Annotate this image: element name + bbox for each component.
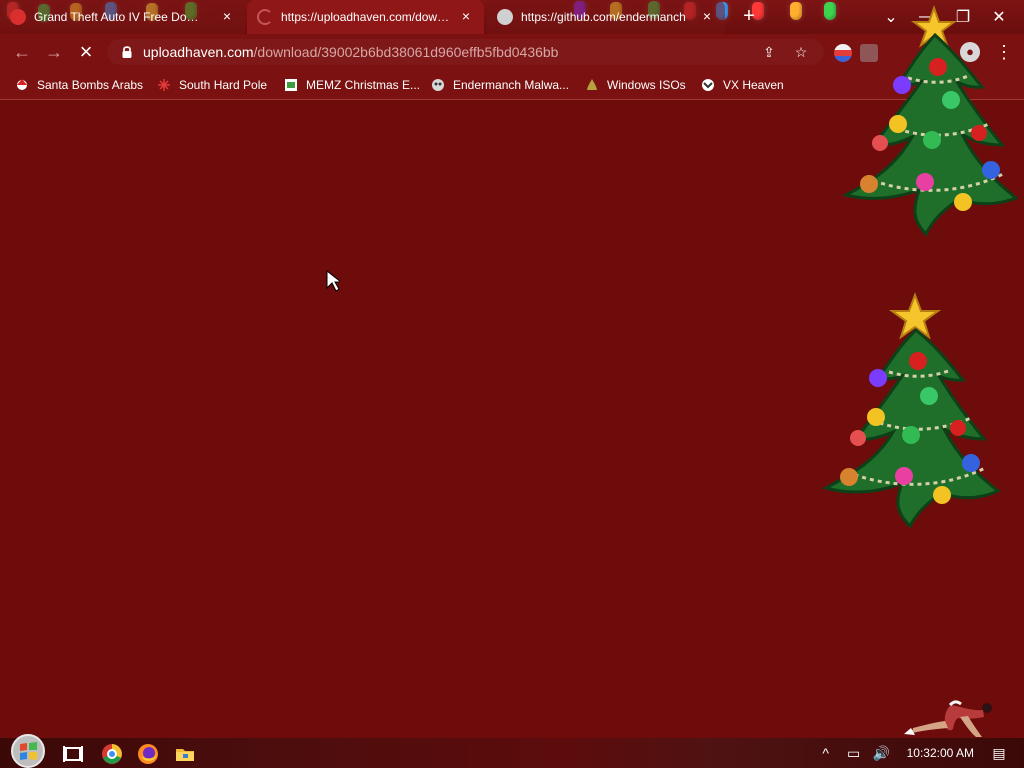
volume-icon[interactable]: 🔊 — [873, 744, 891, 762]
santa-icon — [17, 79, 27, 90]
show-hidden-icons-button[interactable]: ^ — [817, 744, 835, 762]
tab-title: https://uploadhaven.com/downlo — [281, 10, 451, 24]
windows-taskbar: ^ ▭ 🔊 10:32:00 AM ▤ — [0, 734, 1024, 768]
close-tab-icon[interactable]: × — [699, 8, 715, 24]
system-tray: ^ ▭ 🔊 10:32:00 AM ▤ — [817, 738, 1024, 768]
share-icon[interactable]: ⇪ — [761, 44, 777, 60]
bookmark-label: VX Heaven — [723, 78, 784, 92]
forward-button[interactable]: → — [44, 42, 64, 62]
lock-icon — [122, 46, 132, 58]
memz-icon — [285, 79, 297, 91]
christmas-light-icon — [824, 2, 836, 20]
chrome-icon[interactable] — [101, 743, 123, 765]
bookmark-label: Endermanch Malwa... — [453, 78, 570, 92]
network-icon[interactable]: ▭ — [845, 744, 863, 762]
tab-uploadhaven[interactable]: https://uploadhaven.com/downlo × — [247, 0, 484, 34]
bookmark-label: South Hard Pole — [179, 78, 268, 92]
tab-title: Grand Theft Auto IV Free Downlo — [34, 10, 204, 24]
taskbar-clock[interactable]: 10:32:00 AM — [907, 746, 974, 760]
windows-iso-icon — [587, 79, 597, 90]
crawling-santa-helper-icon — [904, 700, 992, 737]
tab-title: https://github.com/endermanch — [521, 10, 686, 24]
address-bar[interactable]: uploadhaven.com/download/39002b6bd38061d… — [107, 39, 824, 65]
github-favicon-icon — [497, 9, 513, 25]
stop-loading-button[interactable]: × — [76, 41, 96, 63]
christmas-tree-lower-right — [821, 292, 1000, 529]
url-host: uploadhaven.com — [143, 44, 254, 60]
task-view-icon[interactable] — [62, 743, 84, 765]
owl-icon — [432, 79, 444, 91]
bookmark-label: MEMZ Christmas E... — [306, 78, 421, 92]
bookmark-vx-heaven[interactable]: VX Heaven — [701, 76, 784, 94]
firefox-icon[interactable] — [137, 743, 159, 765]
bookmark-label: Santa Bombs Arabs — [37, 78, 144, 92]
back-button[interactable]: ← — [12, 42, 32, 62]
christmas-light-icon — [790, 2, 802, 20]
bookmark-south-hard-pole[interactable]: South Hard Pole — [157, 76, 267, 94]
new-tab-button[interactable]: + — [740, 6, 758, 26]
bookmark-endermanch-malware[interactable]: Endermanch Malwa... — [431, 76, 569, 94]
close-tab-icon[interactable]: × — [458, 8, 474, 24]
bookmark-star-icon[interactable]: ☆ — [793, 44, 809, 60]
tab-github-endermanch[interactable]: https://github.com/endermanch × — [487, 0, 725, 34]
desktop-screenshot: Grand Theft Auto IV Free Downlo × https:… — [0, 0, 1024, 768]
loading-favicon-icon — [257, 9, 273, 25]
game-favicon-icon — [10, 9, 26, 25]
close-tab-icon[interactable]: × — [219, 8, 235, 24]
url-path: /download/39002b6bd38061d960effb5fbd0436… — [253, 44, 559, 60]
mouse-pointer-icon — [326, 270, 340, 292]
christmas-tree-top-right — [841, 5, 1018, 236]
vx-heaven-icon — [702, 79, 714, 91]
bookmark-label: Windows ISOs — [607, 78, 686, 92]
snowflake-icon — [158, 79, 170, 91]
notifications-icon[interactable]: ▤ — [990, 744, 1008, 762]
bookmark-windows-isos[interactable]: Windows ISOs — [585, 76, 686, 94]
file-explorer-icon[interactable] — [174, 743, 196, 765]
bookmark-memz-christmas[interactable]: MEMZ Christmas E... — [284, 76, 420, 94]
start-button-icon[interactable] — [10, 733, 46, 768]
tab-gta-download[interactable]: Grand Theft Auto IV Free Downlo × — [0, 0, 245, 34]
url-text: uploadhaven.com/download/39002b6bd38061d… — [143, 39, 558, 65]
bookmark-santa-bombs-arabs[interactable]: Santa Bombs Arabs — [15, 76, 143, 94]
